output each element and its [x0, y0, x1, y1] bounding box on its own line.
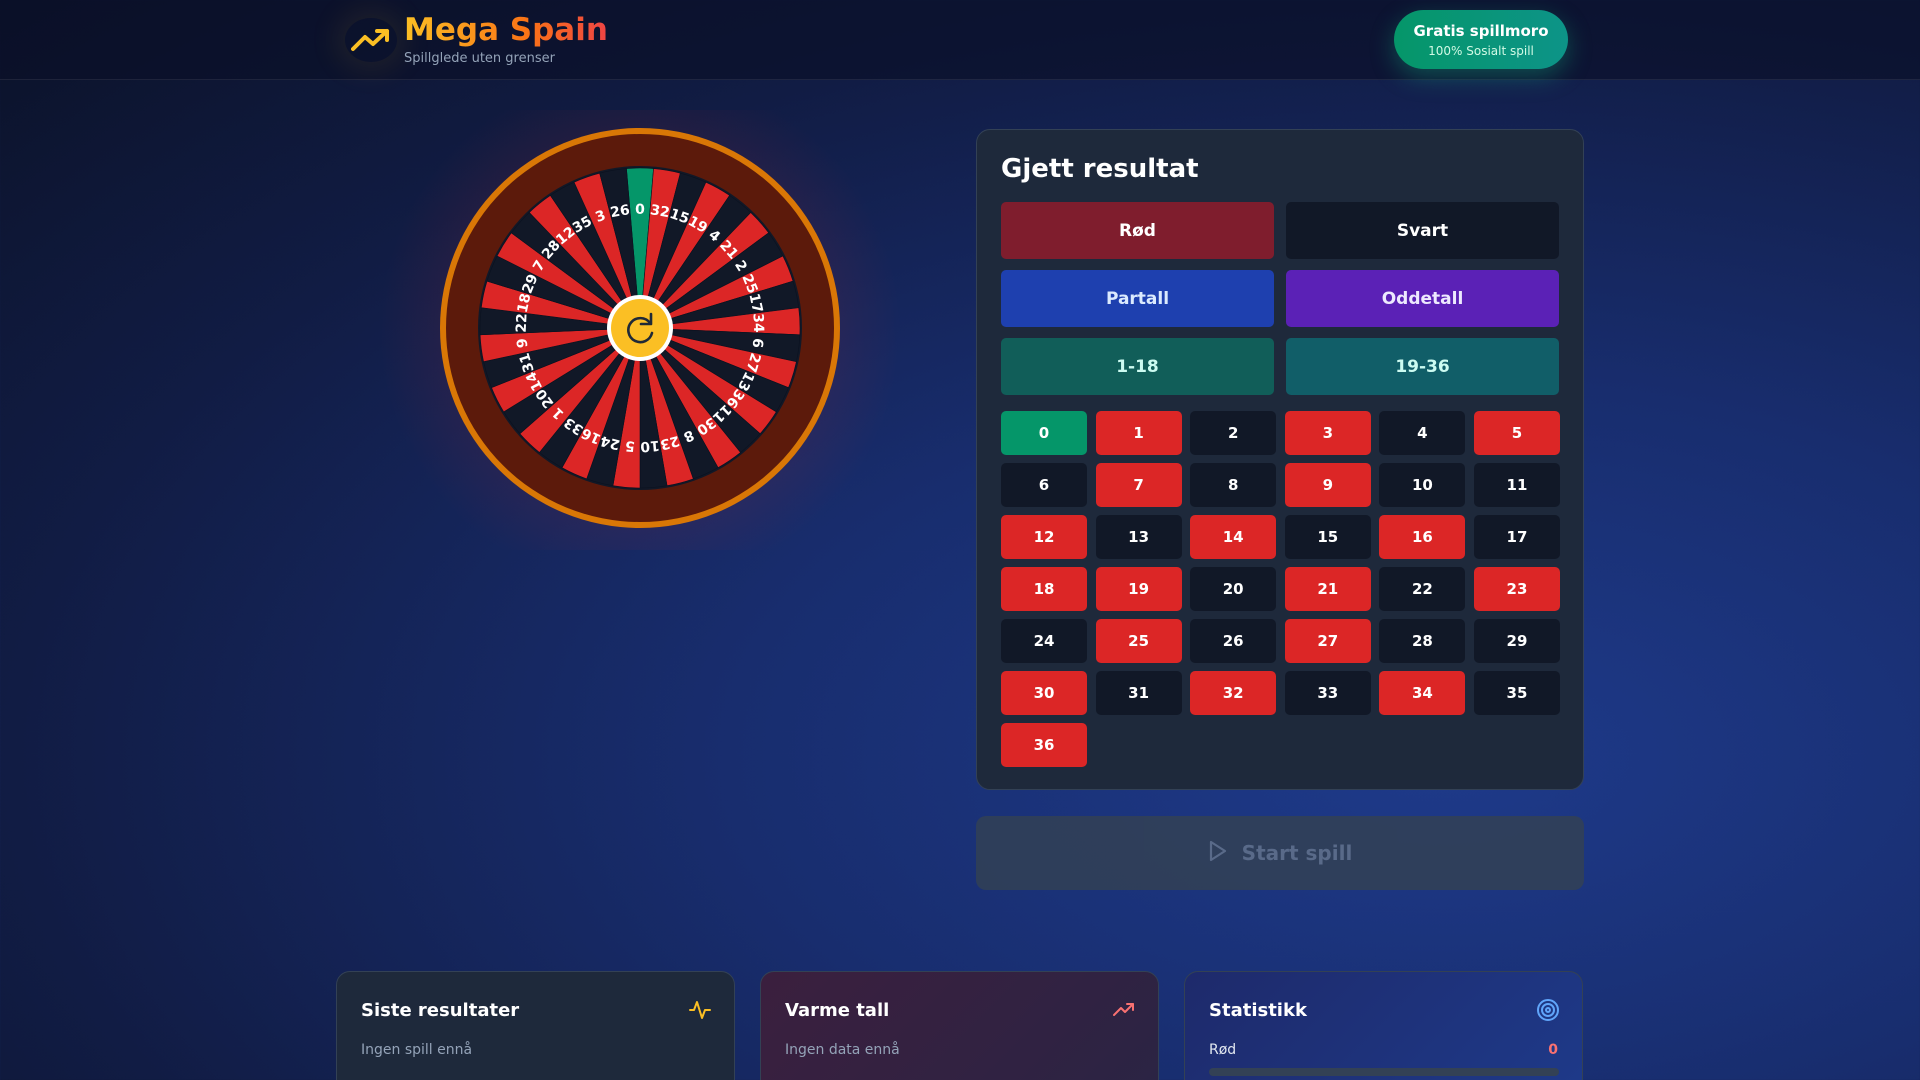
recent-results-card: Siste resultater Ingen spill ennå: [336, 971, 735, 1080]
number-cell-1[interactable]: 1: [1095, 411, 1182, 455]
number-cell-17[interactable]: 17: [1473, 515, 1560, 559]
bet-black-button[interactable]: Svart: [1286, 202, 1559, 259]
brand-subtitle: Spillglede uten grenser: [404, 51, 555, 66]
number-cell-31[interactable]: 31: [1095, 671, 1182, 715]
bet-even-button[interactable]: Partall: [1001, 270, 1274, 327]
number-cell-12[interactable]: 12: [1001, 515, 1087, 559]
hot-numbers-title: Varme tall: [785, 1000, 890, 1021]
stat-red-label: Rød: [1209, 1042, 1237, 1058]
number-cell-11[interactable]: 11: [1473, 463, 1560, 507]
number-cell-34[interactable]: 34: [1379, 671, 1466, 715]
stat-red-value: 0: [1548, 1042, 1558, 1058]
activity-icon: [688, 998, 712, 1026]
badge-title: Gratis spillmoro: [1413, 22, 1549, 40]
start-spin-button[interactable]: Start spill: [976, 816, 1584, 890]
recent-results-empty: Ingen spill ennå: [361, 1042, 473, 1058]
number-cell-30[interactable]: 30: [1001, 671, 1087, 715]
statistics-title: Statistikk: [1209, 1000, 1307, 1021]
number-cell-27[interactable]: 27: [1284, 619, 1371, 663]
roulette-wheel: 0 321519421225173462713361130823105241633…: [440, 128, 840, 528]
number-cell-4[interactable]: 4: [1379, 411, 1466, 455]
number-cell-23[interactable]: 23: [1473, 567, 1560, 611]
number-cell-21[interactable]: 21: [1284, 567, 1371, 611]
target-icon: [1536, 998, 1560, 1026]
number-cell-24[interactable]: 24: [1001, 619, 1087, 663]
number-cell-25[interactable]: 25: [1095, 619, 1182, 663]
number-cell-6[interactable]: 6: [1001, 463, 1087, 507]
free-play-badge: Gratis spillmoro 100% Sosialt spill: [1394, 10, 1568, 69]
bet-high-button[interactable]: 19-36: [1286, 338, 1559, 395]
hot-numbers-card: Varme tall Ingen data ennå: [760, 971, 1159, 1080]
number-cell-15[interactable]: 15: [1284, 515, 1371, 559]
number-cell-29[interactable]: 29: [1473, 619, 1560, 663]
panel-title: Gjett resultat: [1001, 154, 1199, 184]
trending-up-icon: [1112, 998, 1136, 1026]
number-cell-7[interactable]: 7: [1095, 463, 1182, 507]
bet-low-button[interactable]: 1-18: [1001, 338, 1274, 395]
wheel-number-9: 9: [514, 337, 531, 349]
number-cell-8[interactable]: 8: [1190, 463, 1277, 507]
bet-odd-button[interactable]: Oddetall: [1286, 270, 1559, 327]
number-cell-20[interactable]: 20: [1190, 567, 1277, 611]
number-cell-18[interactable]: 18: [1001, 567, 1087, 611]
number-cell-13[interactable]: 13: [1095, 515, 1182, 559]
number-cell-26[interactable]: 26: [1190, 619, 1277, 663]
number-cell-14[interactable]: 14: [1190, 515, 1277, 559]
number-cell-28[interactable]: 28: [1379, 619, 1466, 663]
number-cell-19[interactable]: 19: [1095, 567, 1182, 611]
number-cell-3[interactable]: 3: [1284, 411, 1371, 455]
number-cell-33[interactable]: 33: [1284, 671, 1371, 715]
start-label: Start spill: [1241, 841, 1353, 865]
number-cell-22[interactable]: 22: [1379, 567, 1466, 611]
guess-panel: Gjett resultat Rød Svart Partall Oddetal…: [976, 129, 1584, 790]
hot-numbers-empty: Ingen data ennå: [785, 1042, 900, 1058]
number-cell-36[interactable]: 36: [1001, 723, 1087, 767]
number-cell-16[interactable]: 16: [1379, 515, 1466, 559]
top-header: Mega Spain Spillglede uten grenser Grati…: [0, 0, 1920, 80]
wheel-number-5: 5: [624, 437, 635, 454]
wheel-number-34: 34: [749, 313, 766, 333]
number-grid: 0 1 2 3 4 5 6 7 8 9 10 11 12 13 14 15 16 17 18 19 20 21 22 23 24…: [1001, 411, 1560, 767]
number-cell-9[interactable]: 9: [1284, 463, 1371, 507]
play-icon: [1208, 840, 1228, 867]
wheel-number-6: 6: [748, 337, 765, 349]
wheel-number-10: 10: [639, 437, 660, 455]
number-cell-10[interactable]: 10: [1379, 463, 1466, 507]
trending-up-icon: [345, 18, 397, 62]
brand-title: Mega Spain: [404, 12, 608, 48]
number-cell-0[interactable]: 0: [1001, 411, 1087, 455]
stat-red-bar: [1209, 1068, 1559, 1076]
statistics-card: Statistikk Rød 0: [1184, 971, 1583, 1080]
number-cell-35[interactable]: 35: [1473, 671, 1560, 715]
wheel-number-0: 0: [635, 202, 645, 218]
wheel-number-26: 26: [609, 202, 631, 221]
number-cell-32[interactable]: 32: [1190, 671, 1277, 715]
badge-subtitle: 100% Sosialt spill: [1428, 44, 1534, 58]
bet-red-button[interactable]: Rød: [1001, 202, 1274, 259]
recent-results-title: Siste resultater: [361, 1000, 520, 1021]
wheel-hub: [611, 299, 669, 357]
number-cell-5[interactable]: 5: [1473, 411, 1560, 455]
number-cell-2[interactable]: 2: [1190, 411, 1277, 455]
wheel-number-22: 22: [514, 313, 531, 333]
